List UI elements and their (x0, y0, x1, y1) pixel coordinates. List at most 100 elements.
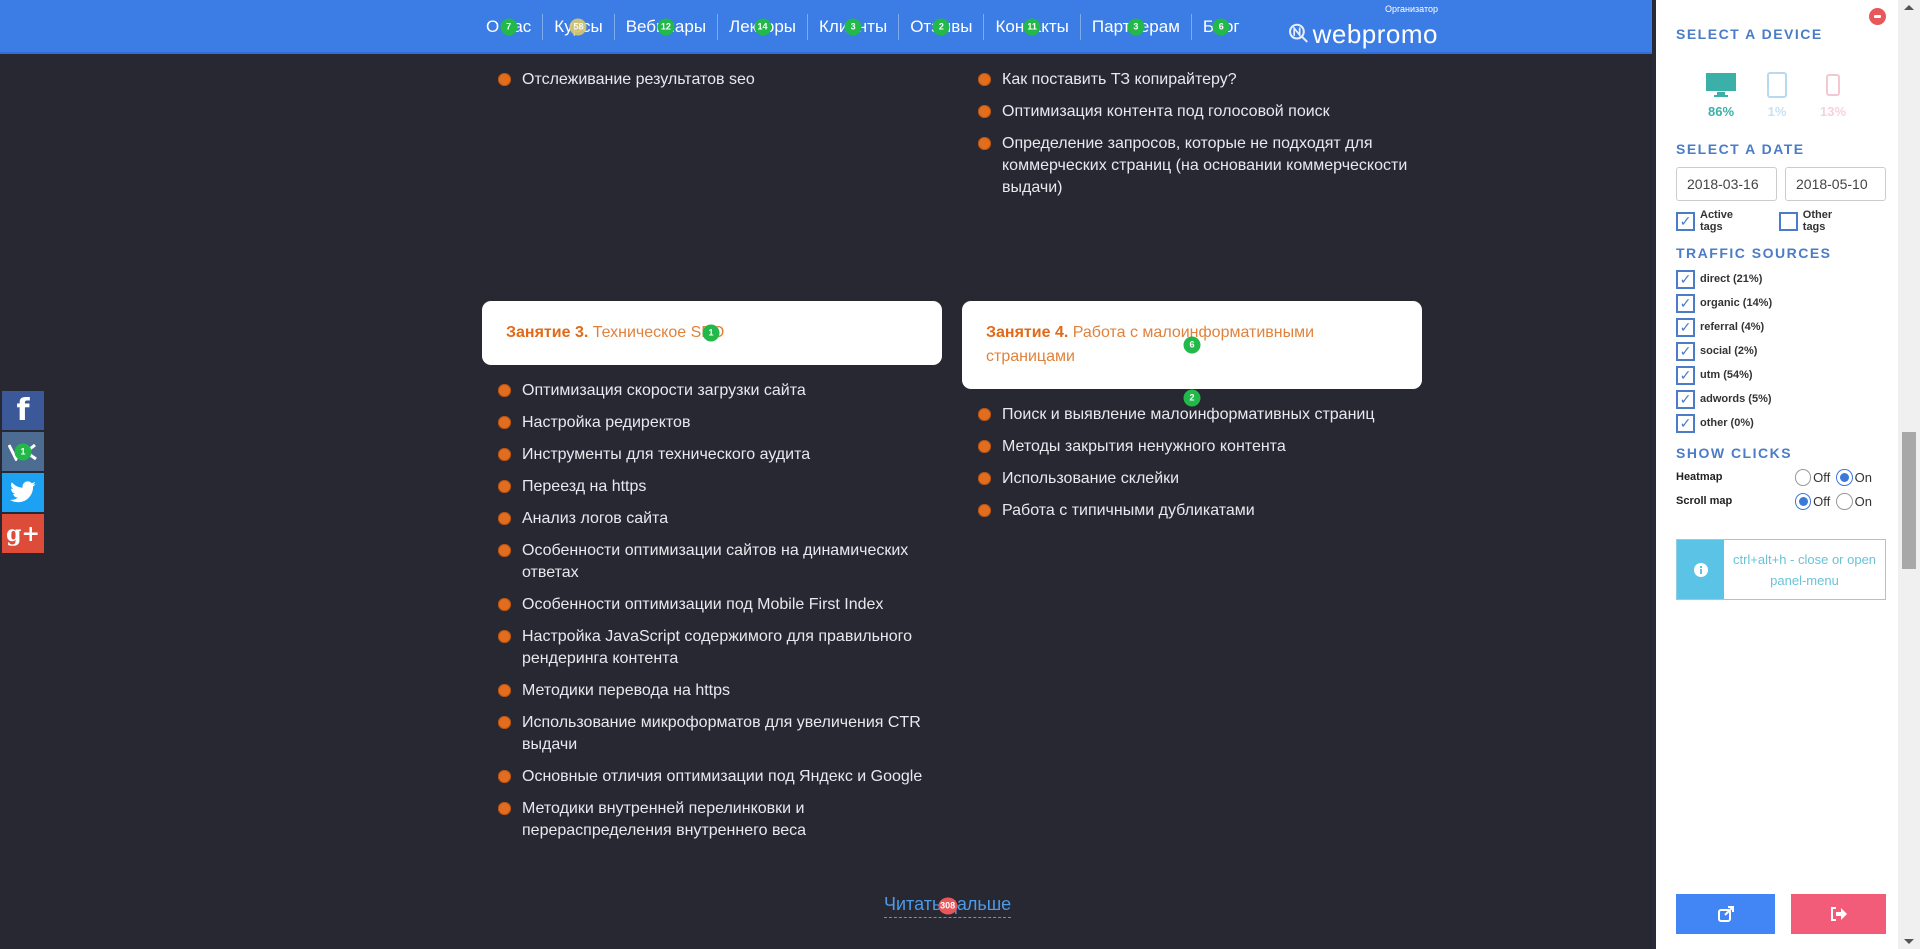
shortcut-info-box: ctrl+alt+h - close or open panel-menu (1676, 539, 1886, 600)
nav-item-clients[interactable]: Клиенты3 (808, 14, 900, 40)
nav-item-webinars[interactable]: Вебинары12 (615, 14, 719, 40)
lesson3-card[interactable]: Занятие 3. Техническое SEO 1 (482, 301, 942, 365)
source-organic: ✓ organic (14%) (1676, 291, 1878, 315)
logo-caption: Организатор (1384, 4, 1438, 14)
lesson3-list: Оптимизация скорости загрузки сайта Наст… (498, 380, 958, 852)
click-count-badge: 6 (1212, 18, 1230, 36)
google-plus-icon: g+ (6, 520, 40, 547)
read-more-link[interactable]: Читать дальше 308 (884, 894, 1012, 918)
device-mobile[interactable]: 13% (1808, 72, 1858, 119)
scrollmap-toggle: Scroll map Off On (1676, 492, 1872, 510)
logo-text: webpromo (1312, 19, 1438, 49)
list-item: Настройка редиректов (498, 412, 958, 434)
nav-item-reviews[interactable]: Отзывы2 (899, 14, 985, 40)
bullet-icon (978, 504, 991, 517)
lesson4-card[interactable]: Занятие 4. Работа с малоинформативными с… (962, 301, 1422, 389)
bullet-icon (498, 512, 511, 525)
google-plus-share-button[interactable]: g+ (2, 514, 44, 553)
heatmap-toggle: Heatmap Off On (1676, 468, 1872, 486)
webpromo-logo[interactable]: Организатор webpromo (1288, 4, 1438, 50)
source-checkbox[interactable]: ✓ (1676, 317, 1695, 337)
source-checkbox[interactable]: ✓ (1676, 389, 1695, 409)
bullet-icon (978, 137, 991, 150)
nav-item-contacts[interactable]: Контакты11 (984, 14, 1081, 40)
list-item: Основные отличия оптимизации под Яндекс … (498, 766, 958, 788)
click-count-badge: 6 (1183, 336, 1201, 354)
date-range (1676, 167, 1886, 201)
scrollbar-thumb[interactable] (1902, 432, 1916, 569)
bullet-icon (498, 480, 511, 493)
external-link-icon (1717, 906, 1734, 922)
logout-button[interactable] (1791, 894, 1886, 934)
open-external-button[interactable] (1676, 894, 1775, 934)
bullet-icon (498, 544, 511, 557)
source-other: ✓ other (0%) (1676, 411, 1878, 435)
active-tags-checkbox[interactable]: ✓ (1676, 211, 1695, 231)
device-desktop[interactable]: 86% (1696, 72, 1746, 119)
bullet-icon (978, 440, 991, 453)
facebook-share-button[interactable]: f (2, 391, 44, 430)
device-tablet[interactable]: 1% (1752, 72, 1802, 119)
list-item: Переезд на https (498, 476, 958, 498)
sign-out-icon (1830, 907, 1847, 921)
lesson3-title: Занятие 3. Техническое SEO (506, 324, 725, 341)
nav-item-partners[interactable]: Партнерам3 (1081, 14, 1192, 40)
magnifier-logo-icon (1289, 23, 1308, 43)
list-item: Особенности оптимизации сайтов на динами… (498, 540, 958, 584)
source-checkbox[interactable]: ✓ (1676, 269, 1695, 289)
twitter-share-button[interactable] (2, 473, 44, 512)
lesson2-list-continued: Отслеживание результатов seo (498, 69, 958, 101)
bullet-icon (498, 684, 511, 697)
panel-actions (1676, 894, 1886, 934)
date-to-input[interactable] (1785, 167, 1886, 201)
nav-item-about[interactable]: О нас 7 (475, 14, 544, 40)
social-share-bar: f 1 g+ (2, 391, 44, 555)
heatmap-on-radio[interactable] (1836, 468, 1853, 486)
list-item: Настройка JavaScript содержимого для пра… (498, 626, 958, 670)
heatmap-off-radio[interactable] (1794, 468, 1812, 486)
bullet-icon (498, 384, 511, 397)
click-count-badge: 58 (569, 18, 587, 36)
desktop-icon (1706, 73, 1736, 97)
list-item: Использование микроформатов для увеличен… (498, 712, 958, 756)
date-from-input[interactable] (1676, 167, 1777, 201)
other-tags-checkbox[interactable] (1778, 211, 1798, 231)
nav-item-courses[interactable]: Курсы58 (543, 14, 615, 40)
scroll-up-arrow-icon[interactable] (1904, 5, 1914, 10)
bullet-icon (498, 448, 511, 461)
list-item: Методы закрытия ненужного контента (978, 436, 1438, 458)
list-item: Анализ логов сайта (498, 508, 958, 530)
select-device-title: SELECT A DEVICE (1676, 26, 1823, 42)
tags-filter: ✓ Active tags Other tags (1676, 209, 1878, 233)
source-checkbox[interactable]: ✓ (1676, 365, 1695, 385)
click-count-badge: 14 (754, 18, 772, 36)
scrollmap-off-radio[interactable] (1794, 492, 1812, 510)
click-count-badge: 1 (14, 443, 32, 460)
click-count-badge: 3 (1127, 18, 1145, 36)
mobile-icon (1826, 74, 1840, 96)
source-checkbox[interactable]: ✓ (1676, 341, 1695, 361)
bullet-icon (498, 416, 511, 429)
list-item: Инструменты для технического аудита (498, 444, 958, 466)
source-social: ✓ social (2%) (1676, 339, 1878, 363)
click-count-badge: 3 (844, 18, 862, 36)
device-percent: 1% (1767, 104, 1787, 119)
list-item: Использование склейки (978, 468, 1438, 490)
nav-item-lecturers[interactable]: Лекторы14 (718, 14, 809, 40)
vk-share-button[interactable]: 1 (2, 432, 44, 471)
show-clicks-title: SHOW CLICKS (1676, 445, 1793, 461)
source-checkbox[interactable]: ✓ (1676, 413, 1695, 433)
list-item: Методики перевода на https (498, 680, 958, 702)
lesson4-title: Занятие 4. Работа с малоинформативными с… (986, 324, 1315, 365)
scroll-down-arrow-icon[interactable] (1904, 939, 1914, 944)
info-icon (1693, 562, 1708, 577)
source-referral: ✓ referral (4%) (1676, 315, 1878, 339)
page-scrollbar[interactable] (1898, 0, 1920, 949)
list-item: Как поставить ТЗ копирайтеру? (978, 69, 1438, 91)
scrollmap-on-radio[interactable] (1836, 492, 1853, 510)
collapse-panel-button[interactable] (1869, 8, 1886, 25)
nav-item-blog[interactable]: Блог6 (1192, 14, 1251, 40)
source-checkbox[interactable]: ✓ (1676, 293, 1695, 313)
bullet-icon (978, 73, 991, 86)
bullet-icon (498, 598, 511, 611)
